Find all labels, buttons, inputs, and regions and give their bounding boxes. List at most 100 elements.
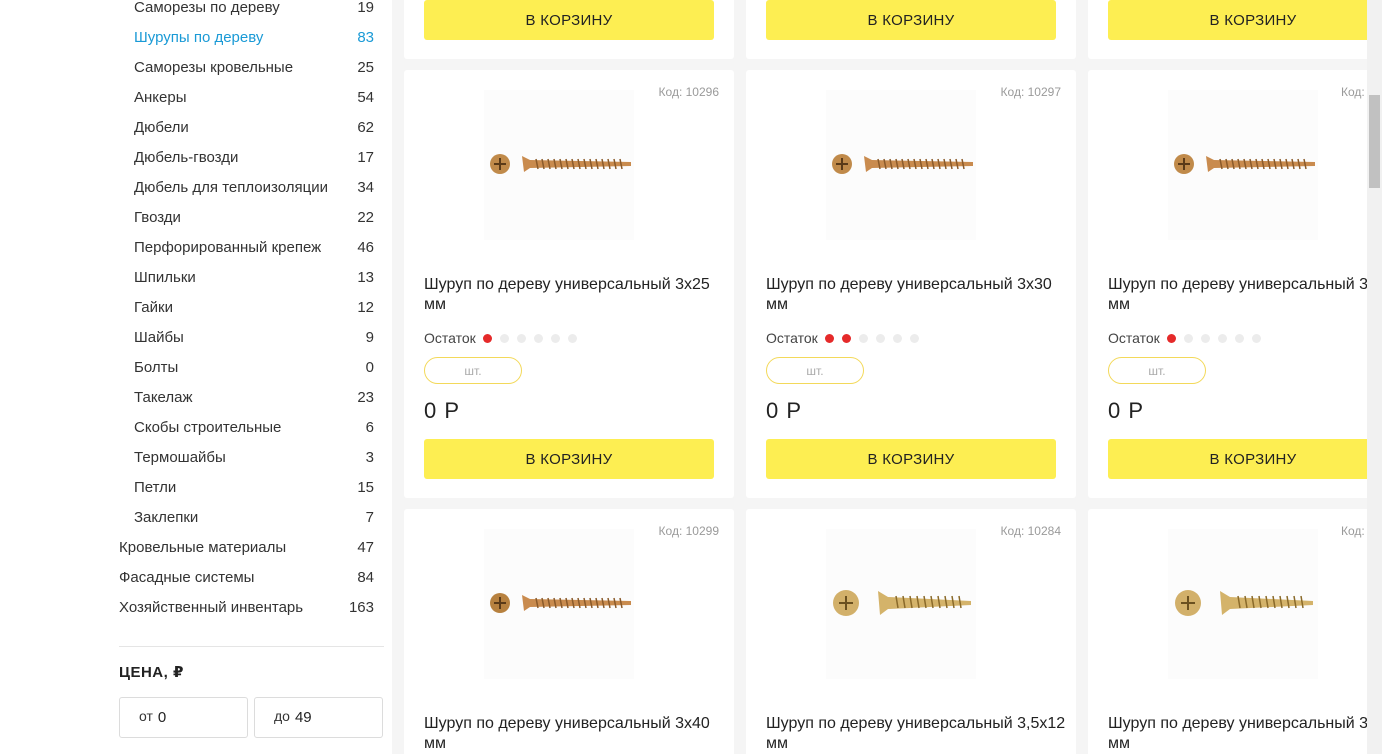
category-item[interactable]: Шпильки 13 — [119, 262, 374, 292]
category-label[interactable]: Скобы строительные — [134, 419, 281, 436]
category-label[interactable]: Анкеры — [134, 89, 187, 106]
category-label[interactable]: Фасадные системы — [119, 569, 254, 586]
category-label[interactable]: Петли — [134, 479, 176, 496]
quantity-input[interactable]: шт. — [766, 357, 864, 384]
category-count: 9 — [365, 328, 374, 346]
category-label[interactable]: Перфорированный крепеж — [134, 239, 321, 256]
product-card[interactable]: Код: Шуруп по дереву универсальный 3х35 … — [1088, 70, 1367, 498]
category-label[interactable]: Гвозди — [134, 209, 181, 226]
product-title[interactable]: Шуруп по дереву универсальный 3х30 мм — [766, 275, 1066, 315]
scrollbar-thumb[interactable] — [1369, 95, 1380, 188]
add-to-cart-button[interactable]: В КОРЗИНУ — [424, 439, 714, 479]
category-item[interactable]: Саморезы кровельные 25 — [119, 52, 374, 82]
category-label[interactable]: Такелаж — [134, 389, 193, 406]
product-title[interactable]: Шуруп по дереву универсальный 3х40 мм — [424, 714, 724, 754]
product-card[interactable]: Код: 10297 Шуруп по дереву универсальный… — [746, 70, 1076, 498]
category-item[interactable]: Болты 0 — [119, 352, 374, 382]
stock-dot-empty — [567, 333, 577, 343]
category-item[interactable]: Фасадные системы 84 — [119, 562, 374, 592]
add-to-cart-button[interactable]: В КОРЗИНУ — [1108, 0, 1367, 40]
category-label[interactable]: Кровельные материалы — [119, 539, 286, 556]
stock-dot-empty — [1217, 333, 1227, 343]
category-count: 84 — [357, 568, 374, 586]
category-sidebar: Саморезы по дереву 19 Шурупы по дереву 83 Са… — [119, 0, 384, 754]
category-item[interactable]: Перфорированный крепеж 46 — [119, 232, 374, 262]
category-label[interactable]: Дюбель для теплоизоляции — [134, 179, 328, 196]
category-label[interactable]: Саморезы кровельные — [134, 59, 293, 76]
add-to-cart-button[interactable]: В КОРЗИНУ — [424, 0, 714, 40]
category-count: 54 — [357, 88, 374, 106]
category-item[interactable]: Хозяйственный инвентарь 163 — [119, 592, 374, 622]
wood-screw-image[interactable] — [484, 529, 634, 679]
category-item[interactable]: Такелаж 23 — [119, 382, 374, 412]
stock-dots — [482, 333, 585, 343]
category-item[interactable]: Дюбель для теплоизоляции 34 — [119, 172, 374, 202]
category-label[interactable]: Дюбель-гвозди — [134, 149, 238, 166]
category-label[interactable]: Дюбели — [134, 119, 189, 136]
add-to-cart-button[interactable]: В КОРЗИНУ — [766, 0, 1056, 40]
category-item[interactable]: Саморезы по дереву 19 — [119, 0, 374, 22]
product-card: В КОРЗИНУ — [404, 0, 734, 59]
stock-dot-empty — [1234, 333, 1244, 343]
category-label[interactable]: Хозяйственный инвентарь — [119, 599, 303, 616]
category-item[interactable]: Петли 15 — [119, 472, 374, 502]
category-item[interactable]: Заклепки 7 — [119, 502, 374, 532]
category-label[interactable]: Гайки — [134, 299, 173, 316]
category-item[interactable]: Гвозди 22 — [119, 202, 374, 232]
category-label[interactable]: Шурупы по дереву — [134, 29, 263, 46]
add-to-cart-button[interactable]: В КОРЗИНУ — [766, 439, 1056, 479]
stock-dot-empty — [892, 333, 902, 343]
category-item[interactable]: Шурупы по дереву 83 — [119, 22, 374, 52]
product-title[interactable]: Шуруп по дереву универсальный 3,5х16 мм — [1108, 714, 1367, 754]
add-to-cart-button[interactable]: В КОРЗИНУ — [1108, 439, 1367, 479]
category-count: 62 — [357, 118, 374, 136]
category-item[interactable]: Анкеры 54 — [119, 82, 374, 112]
category-item[interactable]: Термошайбы 3 — [119, 442, 374, 472]
product-code: Код: 10299 — [658, 524, 719, 538]
wood-screw-image[interactable] — [826, 90, 976, 240]
category-item[interactable]: Дюбели 62 — [119, 112, 374, 142]
price-to-field[interactable]: до 49 — [254, 697, 383, 738]
category-count: 23 — [357, 388, 374, 406]
category-label[interactable]: Саморезы по дереву — [134, 0, 280, 16]
product-card[interactable]: Код: 10296 Шуруп по дереву универсальный… — [404, 70, 734, 498]
category-label[interactable]: Шайбы — [134, 329, 184, 346]
price-to-value[interactable]: 49 — [295, 709, 312, 726]
category-item[interactable]: Дюбель-гвозди 17 — [119, 142, 374, 172]
category-count: 19 — [357, 0, 374, 16]
category-count: 47 — [357, 538, 374, 556]
page-scrollbar[interactable] — [1367, 0, 1382, 754]
product-title[interactable]: Шуруп по дереву универсальный 3,5х12 мм — [766, 714, 1066, 754]
wood-screw-image[interactable] — [826, 529, 976, 679]
stock-dot-empty — [1183, 333, 1193, 343]
category-label[interactable]: Болты — [134, 359, 178, 376]
stock-label: Остаток — [1108, 330, 1160, 346]
category-count: 17 — [357, 148, 374, 166]
stock-label: Остаток — [766, 330, 818, 346]
quantity-input[interactable]: шт. — [424, 357, 522, 384]
product-card: В КОРЗИНУ — [746, 0, 1076, 59]
category-item[interactable]: Гайки 12 — [119, 292, 374, 322]
category-label[interactable]: Заклепки — [134, 509, 198, 526]
product-code: Код: 10284 — [1000, 524, 1061, 538]
category-count: 15 — [357, 478, 374, 496]
category-item[interactable]: Шайбы 9 — [119, 322, 374, 352]
category-item[interactable]: Кровельные материалы 47 — [119, 532, 374, 562]
category-label[interactable]: Термошайбы — [134, 449, 226, 466]
product-title[interactable]: Шуруп по дереву универсальный 3х35 мм — [1108, 275, 1367, 315]
product-card[interactable]: Код: 10299 Шуруп по дереву универсальный… — [404, 509, 734, 754]
quantity-input[interactable]: шт. — [1108, 357, 1206, 384]
price-from-field[interactable]: от 0 — [119, 697, 248, 738]
wood-screw-image[interactable] — [484, 90, 634, 240]
stock-dot-empty — [550, 333, 560, 343]
wood-screw-image[interactable] — [1168, 529, 1318, 679]
wood-screw-image[interactable] — [1168, 90, 1318, 240]
price-from-value[interactable]: 0 — [158, 709, 166, 726]
category-label[interactable]: Шпильки — [134, 269, 196, 286]
product-card[interactable]: Код: Шуруп по дереву универсальный 3,5х1… — [1088, 509, 1367, 754]
stock-indicator: Остаток — [1108, 330, 1269, 346]
product-card[interactable]: Код: 10284 Шуруп по дереву универсальный… — [746, 509, 1076, 754]
category-item[interactable]: Скобы строительные 6 — [119, 412, 374, 442]
product-code: Код: — [1341, 85, 1365, 99]
product-title[interactable]: Шуруп по дереву универсальный 3х25 мм — [424, 275, 724, 315]
